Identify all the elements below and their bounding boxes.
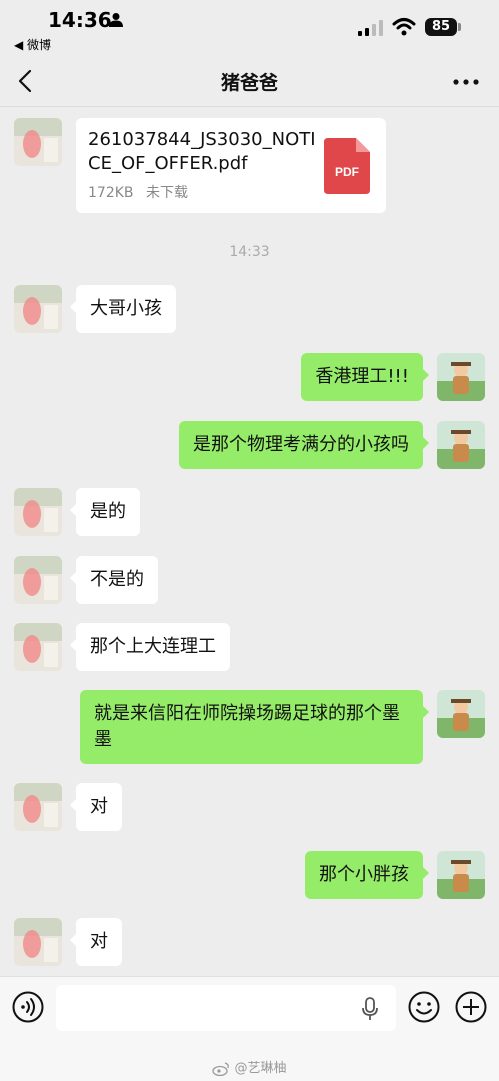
pdf-file-icon: PDF <box>324 138 370 194</box>
file-download-status: 未下载 <box>145 185 188 201</box>
contact-avatar[interactable] <box>14 488 62 536</box>
message-input[interactable] <box>56 985 396 1031</box>
my-avatar[interactable] <box>437 851 485 899</box>
incoming-message[interactable]: 那个上大连理工 <box>70 623 230 671</box>
file-message-card[interactable]: 261037844_JS3030_NOTICE_OF_OFFER.pdf 172… <box>76 118 386 213</box>
outgoing-message[interactable]: 就是来信阳在师院操场踢足球的那个墨墨 <box>80 690 429 764</box>
microphone-icon[interactable] <box>361 997 379 1021</box>
outgoing-message[interactable]: 那个小胖孩 <box>305 851 429 899</box>
emoji-icon[interactable] <box>408 991 440 1023</box>
chat-input-bar: @艺琳柚 <box>0 976 499 1081</box>
svg-text:PDF: PDF <box>335 165 359 179</box>
message-timestamp: 14:33 <box>229 244 270 260</box>
file-name: 261037844_JS3030_NOTICE_OF_OFFER.pdf <box>88 129 316 174</box>
contact-avatar[interactable] <box>14 623 62 671</box>
voice-input-icon[interactable] <box>12 991 44 1023</box>
incoming-message[interactable]: 对 <box>70 783 122 831</box>
contact-avatar[interactable] <box>14 918 62 966</box>
back-to-app-link[interactable]: ◀ 微博 <box>14 36 51 53</box>
my-avatar[interactable] <box>437 353 485 401</box>
battery-indicator: 85 <box>425 18 457 36</box>
contact-avatar[interactable] <box>14 285 62 333</box>
watermark: @艺琳柚 <box>0 1057 499 1076</box>
status-bar: 14:36 ◀ 微博 85 <box>0 0 499 56</box>
incoming-message[interactable]: 对 <box>70 918 122 966</box>
outgoing-message[interactable]: 香港理工!!! <box>301 353 429 401</box>
watermark-text: @艺琳柚 <box>234 1061 287 1076</box>
wifi-icon <box>392 18 416 36</box>
file-meta: 172KB 未下载 <box>88 182 196 202</box>
my-avatar[interactable] <box>437 421 485 469</box>
person-icon <box>109 13 123 27</box>
chat-title: 猪爸爸 <box>220 72 278 94</box>
chat-header: 猪爸爸 <box>0 56 499 107</box>
contact-avatar[interactable] <box>14 556 62 604</box>
battery-tip <box>458 23 461 31</box>
file-size: 172KB <box>88 185 134 201</box>
contact-avatar[interactable] <box>14 783 62 831</box>
outgoing-message[interactable]: 是那个物理考满分的小孩吗 <box>179 421 429 469</box>
weibo-logo-icon <box>212 1061 230 1076</box>
incoming-message[interactable]: 是的 <box>70 488 140 536</box>
contact-avatar[interactable] <box>14 118 62 166</box>
status-time: 14:36 <box>48 8 112 32</box>
plus-icon[interactable] <box>455 991 487 1023</box>
incoming-message[interactable]: 不是的 <box>70 556 158 604</box>
signal-icon <box>358 20 383 36</box>
my-avatar[interactable] <box>437 690 485 738</box>
more-options-icon[interactable] <box>452 78 480 86</box>
incoming-message[interactable]: 大哥小孩 <box>70 285 176 333</box>
